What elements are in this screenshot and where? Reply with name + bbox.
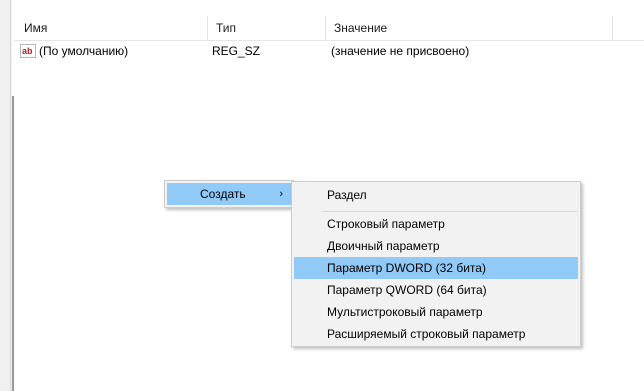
tree-pane-edge [0, 0, 14, 391]
menu-item-label: Раздел [327, 188, 367, 202]
menu-item-label: Параметр QWORD (64 бита) [327, 283, 487, 297]
column-separator[interactable] [612, 16, 613, 40]
submenu-item-binary-value[interactable]: Двоичный параметр [294, 235, 578, 257]
submenu-item-qword-value[interactable]: Параметр QWORD (64 бита) [294, 279, 578, 301]
submenu-item-multi-string-value[interactable]: Мультистроковый параметр [294, 301, 578, 323]
menu-item-label: Двоичный параметр [327, 239, 440, 253]
value-data-cell: (значение не присвоено) [331, 44, 470, 58]
string-value-icon: ab [20, 44, 36, 58]
create-submenu: Раздел Строковый параметр Двоичный парам… [291, 181, 581, 347]
menu-item-label: Параметр DWORD (32 бита) [327, 261, 486, 275]
submenu-item-dword-value[interactable]: Параметр DWORD (32 бита) [294, 257, 578, 279]
pane-divider [10, 0, 11, 391]
submenu-item-expandable-string-value[interactable]: Расширяемый строковый параметр [294, 323, 578, 345]
column-header-type[interactable]: Тип [208, 16, 326, 40]
menu-item-create[interactable]: Создать › [167, 183, 291, 205]
menu-item-label: Создать [200, 187, 246, 201]
registry-editor-window: Имя Тип Значение ab (По умолчанию) REG_S… [0, 0, 644, 391]
menu-separator [322, 211, 578, 212]
menu-item-label: Строковый параметр [327, 217, 445, 231]
submenu-item-string-value[interactable]: Строковый параметр [294, 213, 578, 235]
column-header-name[interactable]: Имя [16, 16, 206, 40]
value-name-cell: (По умолчанию) [39, 44, 129, 58]
value-type-cell: REG_SZ [212, 44, 261, 58]
list-header: Имя Тип Значение [14, 16, 644, 41]
menu-item-label: Расширяемый строковый параметр [327, 327, 526, 341]
chevron-right-icon: › [279, 188, 283, 200]
column-header-value[interactable]: Значение [326, 16, 612, 40]
menu-item-label: Мультистроковый параметр [327, 305, 483, 319]
submenu-item-key[interactable]: Раздел [294, 184, 578, 206]
context-menu: Создать › [164, 180, 294, 208]
table-row[interactable]: ab (По умолчанию) REG_SZ (значение не пр… [14, 41, 644, 61]
